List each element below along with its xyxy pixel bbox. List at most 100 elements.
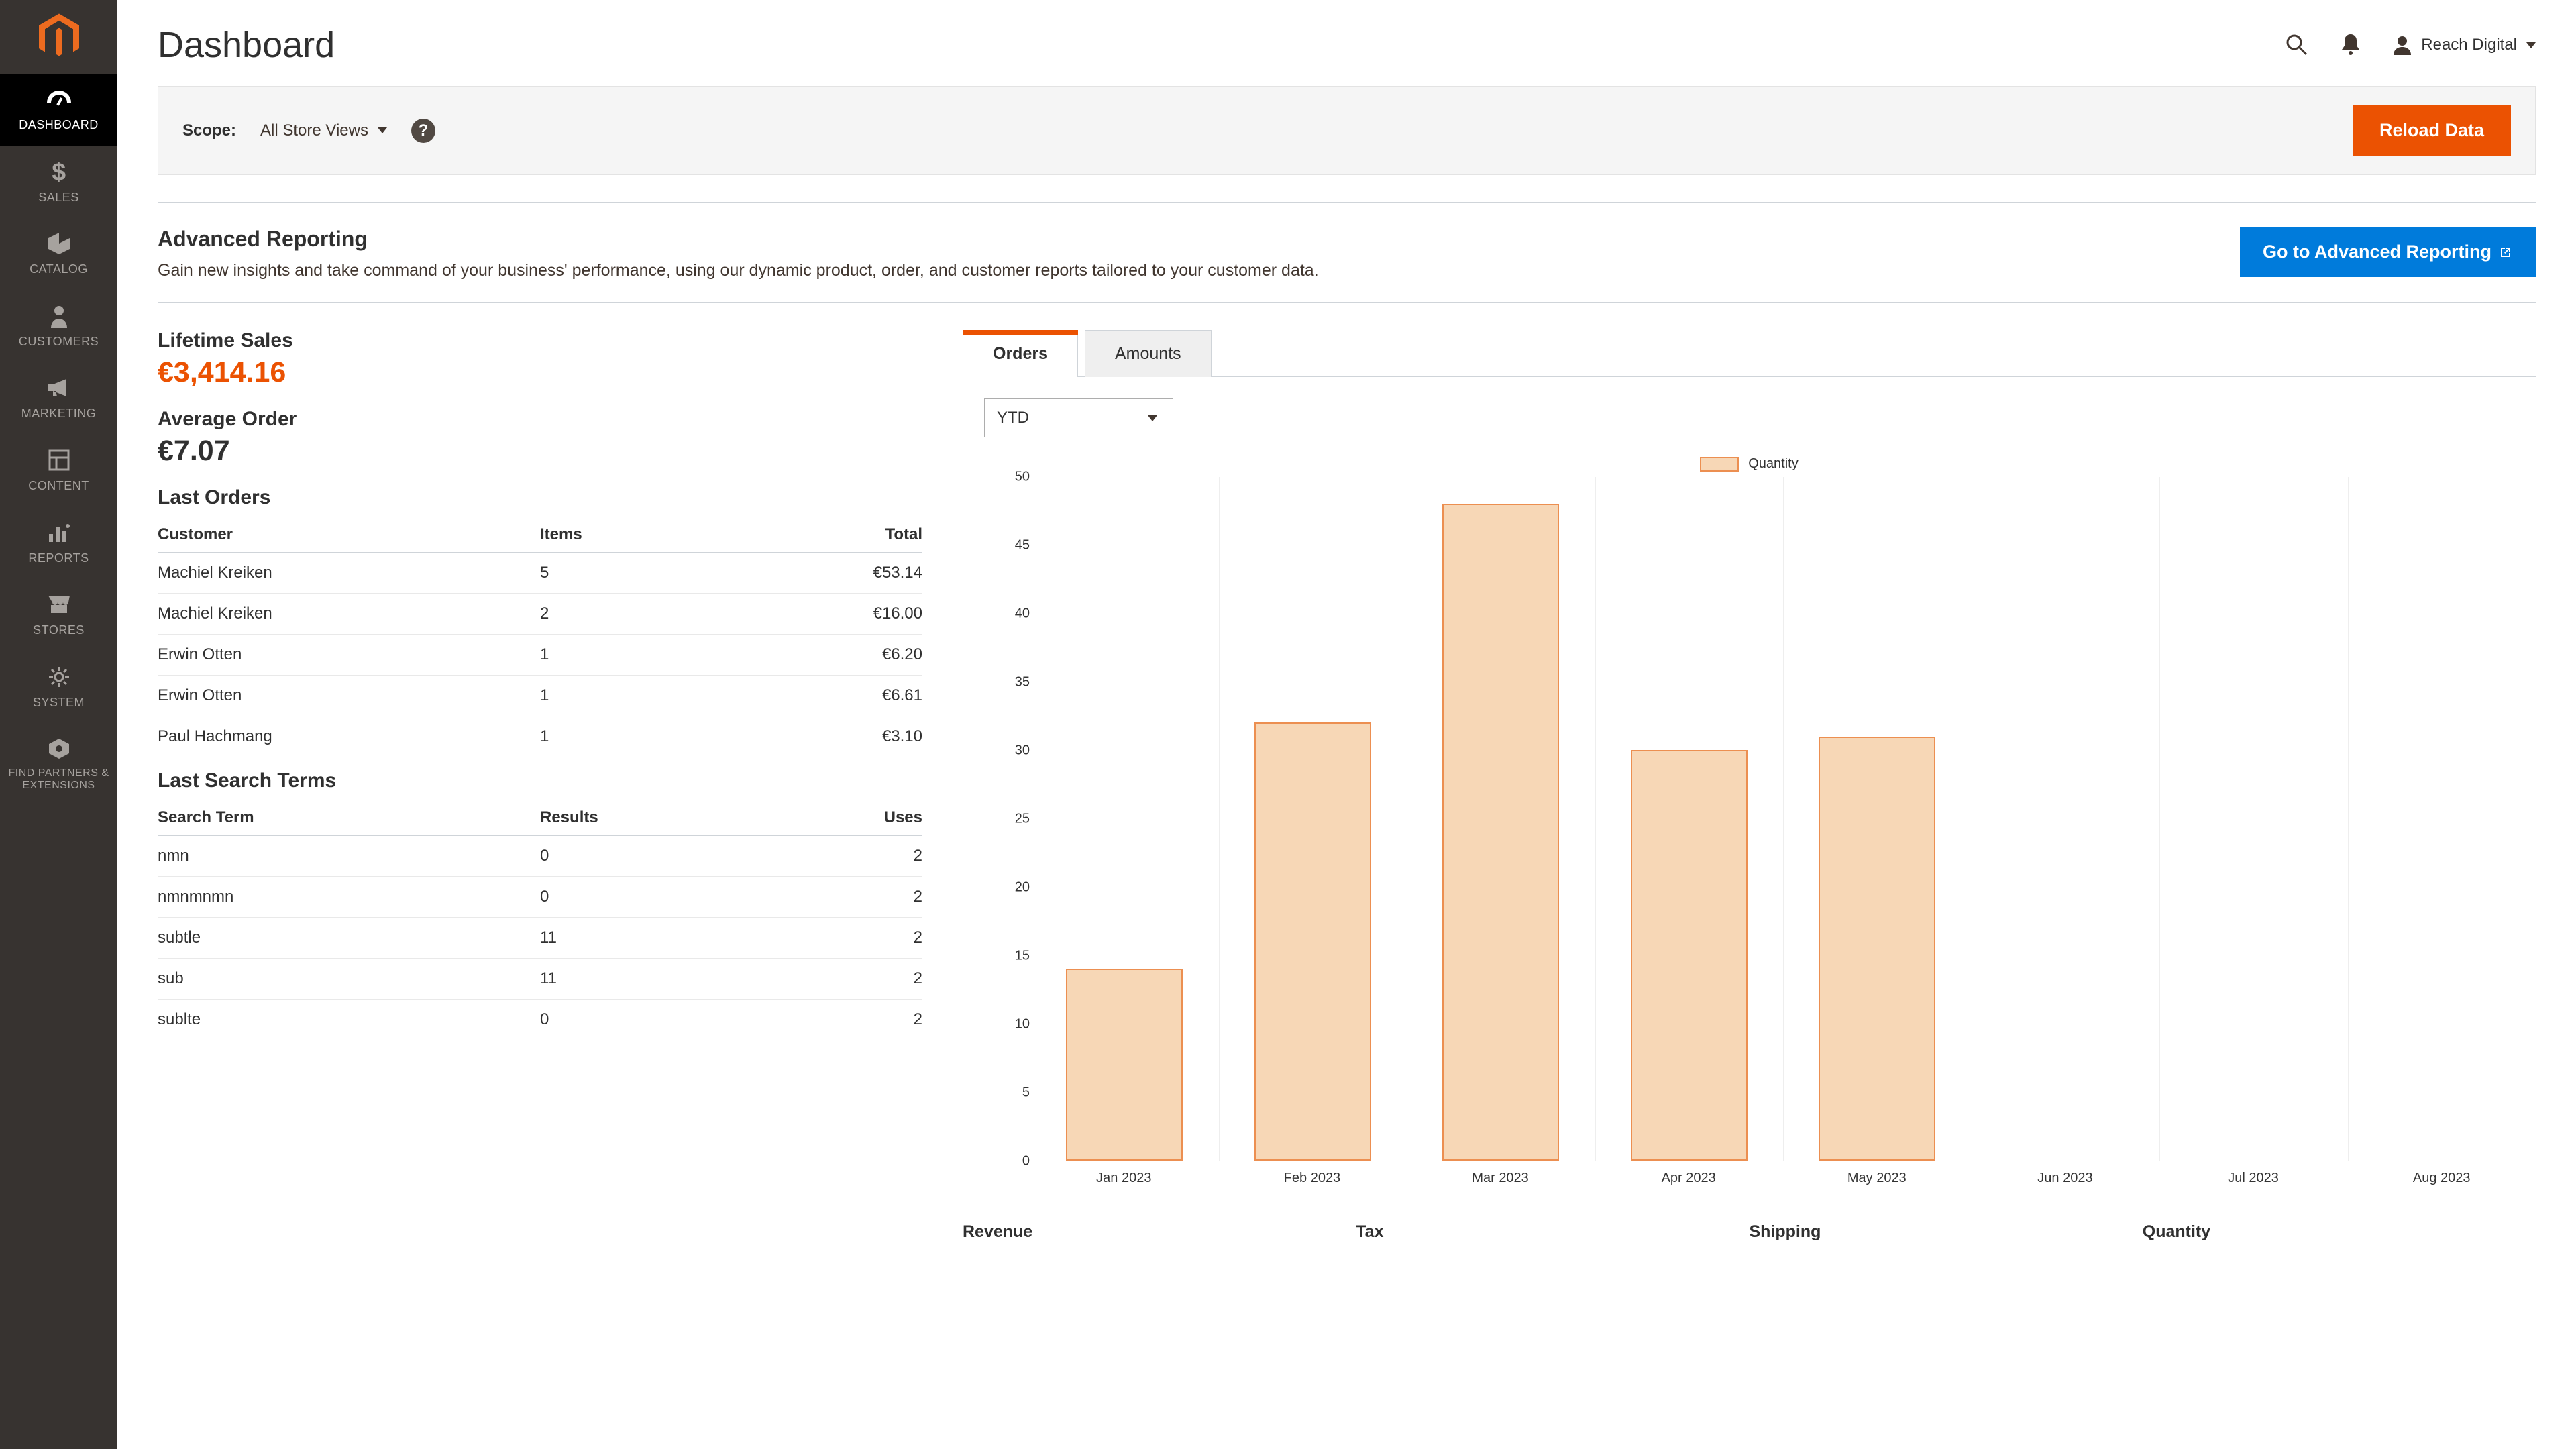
main-content: Dashboard Reach Digital Scope: All Store…	[117, 0, 2576, 1449]
reload-data-button[interactable]: Reload Data	[2353, 105, 2511, 156]
chart-bar[interactable]	[1066, 969, 1183, 1161]
last-orders-panel: Last Orders Customer Items Total Machiel…	[158, 486, 922, 757]
table-row[interactable]: nmnmnmn02	[158, 877, 922, 918]
nav-label: MARKETING	[21, 407, 97, 421]
nav-sales[interactable]: $ SALES	[0, 146, 117, 219]
help-icon[interactable]: ?	[411, 119, 435, 143]
chevron-down-icon	[2526, 42, 2536, 48]
chart-area: Quantity 05101520253035404550 Jan 2023Fe…	[963, 456, 2536, 1186]
col-total: Total	[769, 517, 922, 553]
range-selected: YTD	[985, 399, 1132, 437]
page-title: Dashboard	[158, 24, 335, 66]
nav-partners[interactable]: FIND PARTNERS & EXTENSIONS	[0, 723, 117, 804]
scope-select[interactable]: All Store Views	[260, 121, 387, 140]
advanced-reporting-title: Advanced Reporting	[158, 227, 1319, 252]
table-row[interactable]: Machiel Kreiken5€53.14	[158, 553, 922, 594]
range-select[interactable]: YTD	[984, 398, 1173, 437]
average-order-value: €7.07	[158, 435, 922, 468]
nav-system[interactable]: SYSTEM	[0, 651, 117, 724]
x-tick: May 2023	[1783, 1161, 1972, 1186]
chart-bar[interactable]	[1819, 737, 1935, 1161]
admin-sidebar: DASHBOARD $ SALES CATALOG CUSTOMERS MARK…	[0, 0, 117, 1449]
summary-quantity: Quantity	[2143, 1222, 2536, 1242]
y-tick: 35	[1015, 675, 1030, 690]
nav-label: SALES	[38, 191, 79, 205]
x-tick: Jun 2023	[1971, 1161, 2159, 1186]
gauge-icon	[46, 86, 72, 113]
advanced-reporting-row: Advanced Reporting Gain new insights and…	[158, 203, 2536, 303]
chart-legend: Quantity	[963, 456, 2536, 472]
summary-shipping: Shipping	[1750, 1222, 2143, 1242]
y-tick: 10	[1015, 1017, 1030, 1032]
y-tick: 45	[1015, 538, 1030, 553]
search-icon[interactable]	[2284, 32, 2308, 58]
tab-amounts[interactable]: Amounts	[1085, 330, 1212, 377]
magento-logo[interactable]	[0, 0, 117, 74]
chart-tabs: Orders Amounts	[963, 329, 2536, 377]
megaphone-icon	[46, 374, 72, 401]
x-tick: Jan 2023	[1030, 1161, 1218, 1186]
col-results: Results	[540, 800, 769, 836]
y-tick: 50	[1015, 470, 1030, 485]
top-actions: Reach Digital	[2284, 32, 2536, 58]
y-tick: 40	[1015, 606, 1030, 622]
nav-label: REPORTS	[28, 551, 89, 566]
y-tick: 25	[1015, 812, 1030, 827]
last-search-table: Search Term Results Uses nmn02nmnmnmn02s…	[158, 800, 922, 1040]
chart-bar[interactable]	[1442, 504, 1559, 1161]
button-label: Go to Advanced Reporting	[2263, 241, 2491, 262]
chart-bar[interactable]	[1254, 722, 1371, 1161]
summary-revenue: Revenue	[963, 1222, 1356, 1242]
table-row[interactable]: nmn02	[158, 836, 922, 877]
table-row[interactable]: Erwin Otten1€6.20	[158, 635, 922, 676]
table-row[interactable]: Erwin Otten1€6.61	[158, 676, 922, 716]
box-icon	[47, 230, 71, 257]
person-icon	[50, 303, 68, 329]
table-row[interactable]: sub112	[158, 959, 922, 1000]
col-uses: Uses	[769, 800, 922, 836]
table-row[interactable]: Paul Hachmang1€3.10	[158, 716, 922, 757]
y-tick: 20	[1015, 880, 1030, 896]
last-search-panel: Last Search Terms Search Term Results Us…	[158, 769, 922, 1040]
lifetime-sales-label: Lifetime Sales	[158, 329, 922, 352]
nav-dashboard[interactable]: DASHBOARD	[0, 74, 117, 146]
storefront-icon	[47, 591, 71, 618]
nav-label: SYSTEM	[33, 696, 85, 710]
last-search-title: Last Search Terms	[158, 769, 922, 792]
col-customer: Customer	[158, 517, 540, 553]
table-row[interactable]: subtle112	[158, 918, 922, 959]
summary-tax: Tax	[1356, 1222, 1749, 1242]
last-orders-table: Customer Items Total Machiel Kreiken5€53…	[158, 517, 922, 757]
table-row[interactable]: sublte02	[158, 1000, 922, 1040]
account-menu[interactable]: Reach Digital	[2393, 35, 2536, 55]
table-row[interactable]: Machiel Kreiken2€16.00	[158, 594, 922, 635]
advanced-reporting-desc: Gain new insights and take command of yo…	[158, 261, 1319, 280]
nav-marketing[interactable]: MARKETING	[0, 362, 117, 435]
legend-label: Quantity	[1748, 456, 1798, 472]
tab-orders[interactable]: Orders	[963, 330, 1078, 377]
nav-reports[interactable]: REPORTS	[0, 507, 117, 580]
puzzle-icon	[48, 735, 70, 762]
nav-customers[interactable]: CUSTOMERS	[0, 290, 117, 363]
chevron-down-icon	[1132, 399, 1173, 437]
chart-bar[interactable]	[1631, 750, 1748, 1161]
last-orders-title: Last Orders	[158, 486, 922, 509]
bell-icon[interactable]	[2341, 33, 2361, 58]
scope-label: Scope:	[182, 121, 236, 140]
nav-label: CUSTOMERS	[19, 335, 99, 350]
nav-catalog[interactable]: CATALOG	[0, 218, 117, 290]
nav-label: CATALOG	[30, 262, 88, 277]
x-tick: Feb 2023	[1218, 1161, 1407, 1186]
col-term: Search Term	[158, 800, 540, 836]
legend-swatch	[1700, 457, 1739, 472]
x-tick: Apr 2023	[1595, 1161, 1783, 1186]
x-tick: Aug 2023	[2347, 1161, 2536, 1186]
advanced-reporting-button[interactable]: Go to Advanced Reporting	[2240, 227, 2536, 277]
scope-selected: All Store Views	[260, 121, 368, 140]
y-tick: 0	[1022, 1154, 1030, 1169]
scope-bar: Scope: All Store Views ? Reload Data	[158, 86, 2536, 175]
layout-icon	[48, 447, 70, 474]
bar-chart-icon	[48, 519, 70, 546]
nav-content[interactable]: CONTENT	[0, 435, 117, 507]
nav-stores[interactable]: STORES	[0, 579, 117, 651]
